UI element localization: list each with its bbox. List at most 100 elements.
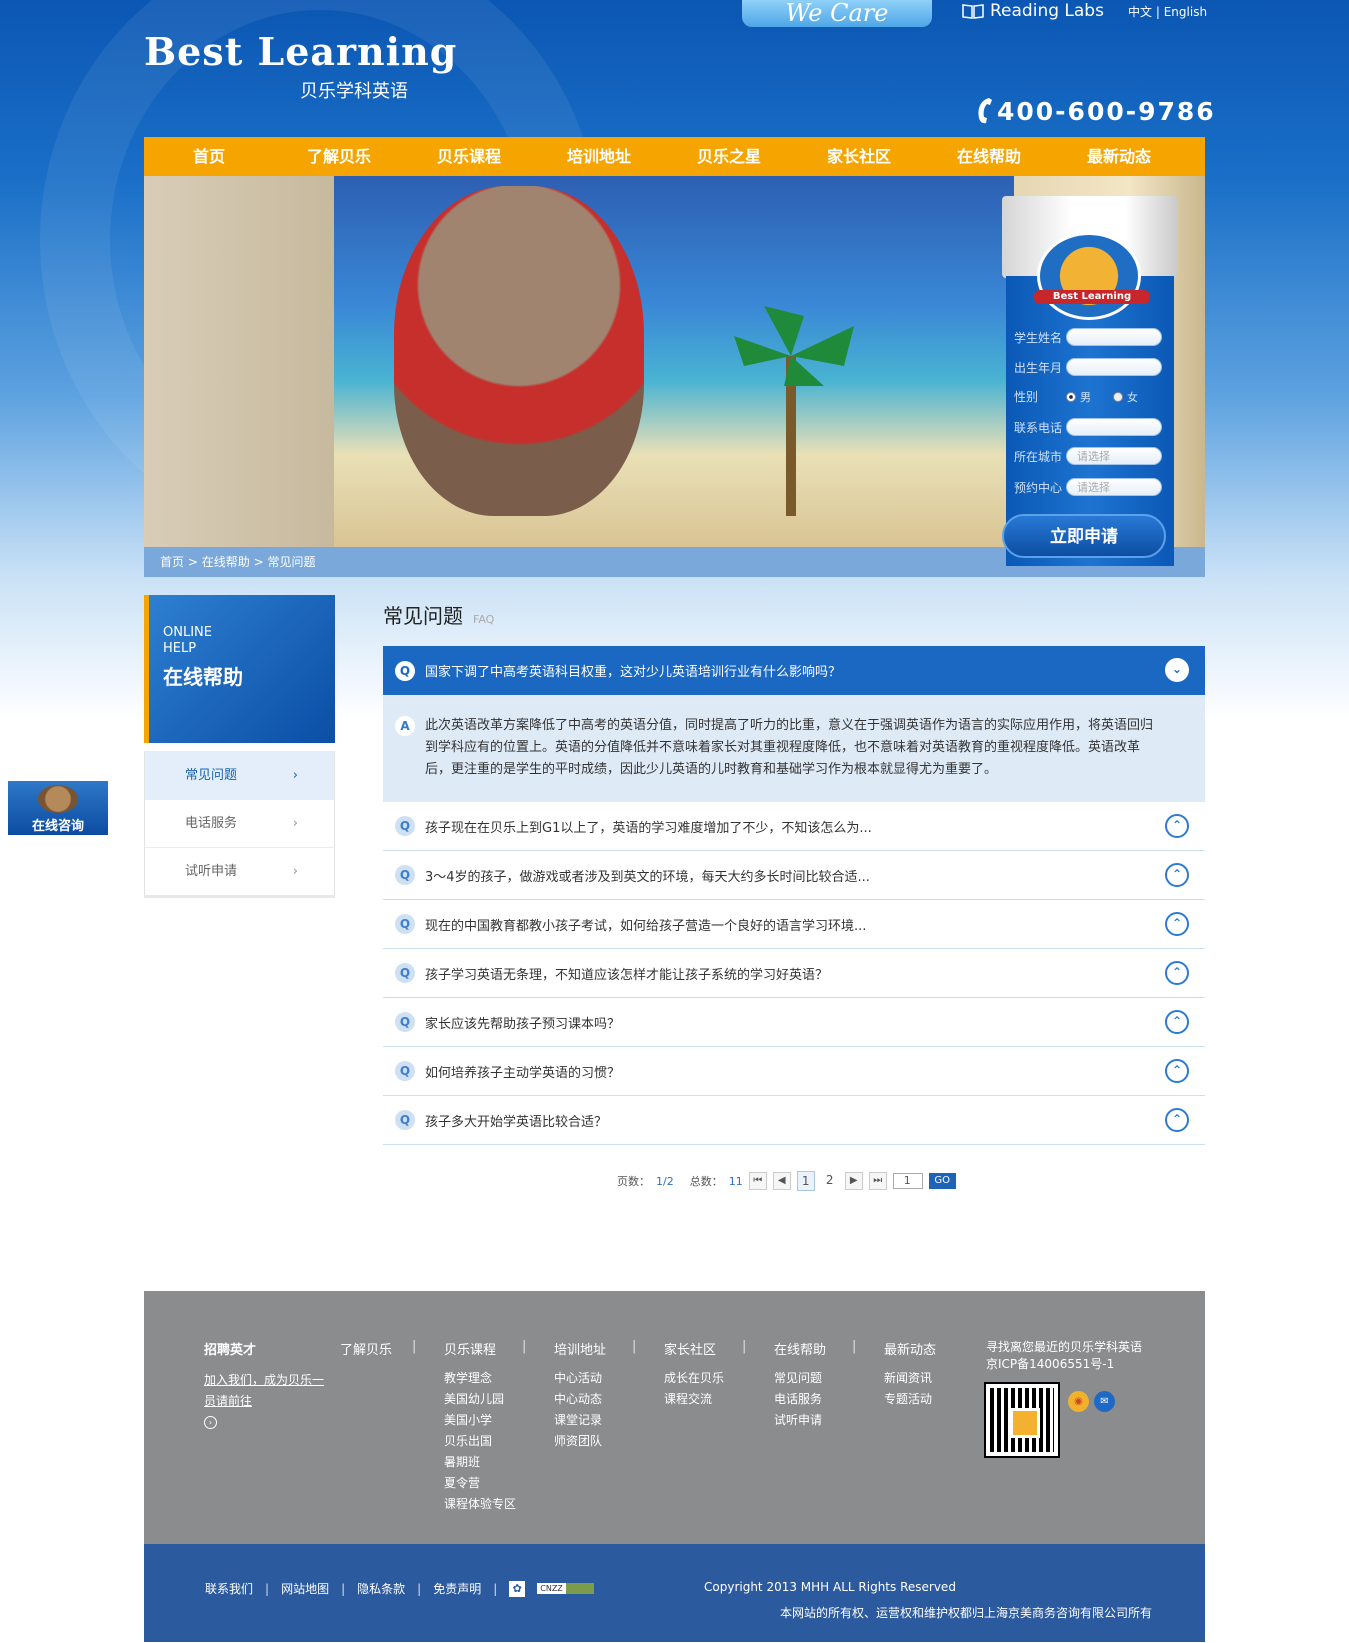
chevron-up-icon[interactable]: ⌃ xyxy=(1165,1108,1189,1132)
go-button[interactable]: GO xyxy=(928,1173,956,1189)
page-1[interactable]: 1 xyxy=(796,1171,815,1191)
weibo-icon[interactable]: ◉ xyxy=(1068,1391,1089,1412)
main-nav: 首页 了解贝乐 贝乐课程 培训地址 贝乐之星 家长社区 在线帮助 最新动态 xyxy=(144,137,1205,176)
next-page-icon[interactable]: ▶ xyxy=(844,1172,863,1190)
faq-question[interactable]: Q 家长应该先帮助孩子预习课本吗？ ⌃ xyxy=(383,998,1205,1047)
submit-button[interactable]: 立即申请 xyxy=(1002,514,1166,558)
center-select[interactable]: 请选择 xyxy=(1066,478,1162,496)
breadcrumb-help[interactable]: 在线帮助 xyxy=(202,555,250,569)
male-radio[interactable]: 男 xyxy=(1066,389,1091,405)
footer-link[interactable]: 暑期班 xyxy=(444,1452,516,1473)
nav-home[interactable]: 首页 xyxy=(144,137,274,176)
footer-link[interactable]: 美国幼儿园 xyxy=(444,1389,516,1410)
reading-labs-link[interactable]: Reading Labs xyxy=(962,0,1104,22)
faq-question[interactable]: Q 现在的中国教育都教小孩子考试，如何给孩子营造一个良好的语言学习环境... ⌃ xyxy=(383,900,1205,949)
faq-question[interactable]: Q 孩子学习英语无条理，不知道应该怎样才能让孩子系统的学习好英语？ ⌃ xyxy=(383,949,1205,998)
footer-col-title[interactable]: 家长社区 xyxy=(664,1339,724,1358)
recruit-link[interactable]: 加入我们，成为贝乐一员请前往 xyxy=(204,1373,324,1408)
form-badge: Best Learning xyxy=(1034,232,1150,320)
footer-link[interactable]: 课程体验专区 xyxy=(444,1494,516,1515)
footer-link[interactable]: 中心动态 xyxy=(554,1389,606,1410)
page-2[interactable]: 2 xyxy=(821,1171,839,1191)
footer-link[interactable]: 新闻资讯 xyxy=(884,1368,936,1389)
sidebar-item-faq[interactable]: 常见问题 › xyxy=(145,751,334,799)
last-page-icon[interactable]: ⏭ xyxy=(868,1172,887,1190)
first-page-icon[interactable]: ⏮ xyxy=(748,1172,767,1190)
nav-courses[interactable]: 贝乐课程 xyxy=(404,137,534,176)
footer-col-title[interactable]: 最新动态 xyxy=(884,1339,936,1358)
footer-link[interactable]: 试听申请 xyxy=(774,1410,826,1431)
pagination: 页数： 1/2 总数： 11 ⏮ ◀ 1 2 ▶ ⏭ 1 GO xyxy=(617,1171,956,1191)
female-radio[interactable]: 女 xyxy=(1113,389,1138,405)
sitemap-link[interactable]: 网站地图 xyxy=(281,1580,329,1597)
faq-question[interactable]: Q 孩子现在在贝乐上到G1以上了，英语的学习难度增加了不少，不知该怎么为... ⌃ xyxy=(383,802,1205,851)
nav-stars[interactable]: 贝乐之星 xyxy=(664,137,794,176)
faq-question[interactable]: Q 3～4岁的孩子，做游戏或者涉及到英文的环境，每天大约多长时间比较合适... ⌃ xyxy=(383,851,1205,900)
footer-col-title[interactable]: 了解贝乐 xyxy=(340,1339,392,1358)
footer-link[interactable]: 课程交流 xyxy=(664,1389,724,1410)
link-separator: | xyxy=(341,1581,346,1596)
disclaimer-link[interactable]: 免责声明 xyxy=(433,1580,481,1597)
wecare-tab[interactable]: We Care xyxy=(742,0,932,27)
faq-question-open[interactable]: Q 国家下调了中高考英语科目权重，这对少儿英语培训行业有什么影响吗？ ⌄ xyxy=(383,646,1205,695)
cnzz-badge[interactable]: CNZZ xyxy=(537,1583,594,1594)
footer-link[interactable]: 贝乐出国 xyxy=(444,1431,516,1452)
footer-link[interactable]: 常见问题 xyxy=(774,1368,826,1389)
breadcrumb-current: 常见问题 xyxy=(267,555,316,569)
lang-cn-link[interactable]: 中文 xyxy=(1128,5,1152,19)
chevron-down-icon[interactable]: ⌄ xyxy=(1165,658,1189,682)
chevron-up-icon[interactable]: ⌃ xyxy=(1165,863,1189,887)
birth-input[interactable] xyxy=(1066,358,1162,376)
baidu-paw-icon[interactable]: ✿ xyxy=(509,1580,526,1597)
footer-link[interactable]: 课堂记录 xyxy=(554,1410,606,1431)
radio-unchecked-icon xyxy=(1113,391,1123,402)
site-logo[interactable]: Best Learning 贝乐学科英语 xyxy=(144,32,457,103)
radio-checked-icon xyxy=(1066,391,1076,402)
arrow-right-icon[interactable]: › xyxy=(204,1416,217,1429)
breadcrumb-home[interactable]: 首页 xyxy=(160,555,184,569)
name-input[interactable] xyxy=(1066,328,1162,346)
faq-question[interactable]: Q 如何培养孩子主动学英语的习惯？ ⌃ xyxy=(383,1047,1205,1096)
faq-question[interactable]: Q 孩子多大开始学英语比较合适？ ⌃ xyxy=(383,1096,1205,1145)
footer-separator: | xyxy=(852,1339,857,1354)
chevron-up-icon[interactable]: ⌃ xyxy=(1165,1059,1189,1083)
footer-col-title[interactable]: 贝乐课程 xyxy=(444,1339,516,1358)
city-select[interactable]: 请选择 xyxy=(1066,447,1162,465)
nav-news[interactable]: 最新动态 xyxy=(1054,137,1184,176)
footer-link[interactable]: 专题活动 xyxy=(884,1389,936,1410)
sidebar-item-phone[interactable]: 电话服务 › xyxy=(145,799,334,847)
contact-link[interactable]: 联系我们 xyxy=(205,1580,253,1597)
page-jump-input[interactable]: 1 xyxy=(892,1173,923,1189)
footer-col-title[interactable]: 培训地址 xyxy=(554,1339,606,1358)
palm-tree-image xyxy=(734,306,854,516)
footer-link[interactable]: 美国小学 xyxy=(444,1410,516,1431)
prev-page-icon[interactable]: ◀ xyxy=(772,1172,791,1190)
footer-link[interactable]: 电话服务 xyxy=(774,1389,826,1410)
question-text: 3～4岁的孩子，做游戏或者涉及到英文的环境，每天大约多长时间比较合适... xyxy=(425,869,870,885)
chevron-up-icon[interactable]: ⌃ xyxy=(1165,1010,1189,1034)
sidebar-item-trial[interactable]: 试听申请 › xyxy=(145,847,334,895)
footer-link[interactable]: 师资团队 xyxy=(554,1431,606,1452)
footer-col-title[interactable]: 在线帮助 xyxy=(774,1339,826,1358)
privacy-link[interactable]: 隐私条款 xyxy=(357,1580,405,1597)
mascot-icon xyxy=(38,785,78,813)
chevron-up-icon[interactable]: ⌃ xyxy=(1165,912,1189,936)
chevron-up-icon[interactable]: ⌃ xyxy=(1165,961,1189,985)
footer-link[interactable]: 中心活动 xyxy=(554,1368,606,1389)
chevron-up-icon[interactable]: ⌃ xyxy=(1165,814,1189,838)
footer-info: 寻找离您最近的贝乐学科英语 京ICP备14006551号-1 xyxy=(986,1339,1142,1373)
nav-help[interactable]: 在线帮助 xyxy=(924,137,1054,176)
chevron-right-icon: › xyxy=(292,816,298,831)
footer-col-about: 了解贝乐 xyxy=(340,1339,392,1368)
footer-link[interactable]: 成长在贝乐 xyxy=(664,1368,724,1389)
phone-input[interactable] xyxy=(1066,418,1162,436)
footer-link[interactable]: 夏令营 xyxy=(444,1473,516,1494)
nav-parents[interactable]: 家长社区 xyxy=(794,137,924,176)
nav-about[interactable]: 了解贝乐 xyxy=(274,137,404,176)
wechat-icon[interactable]: ✉ xyxy=(1094,1391,1115,1412)
footer: 招聘英才 加入我们，成为贝乐一员请前往 › 了解贝乐 | 贝乐课程 教学理念 美… xyxy=(144,1291,1205,1544)
lang-en-link[interactable]: English xyxy=(1164,5,1207,19)
footer-link[interactable]: 教学理念 xyxy=(444,1368,516,1389)
nav-locations[interactable]: 培训地址 xyxy=(534,137,664,176)
online-consult-button[interactable]: 在线咨询 xyxy=(8,781,108,835)
